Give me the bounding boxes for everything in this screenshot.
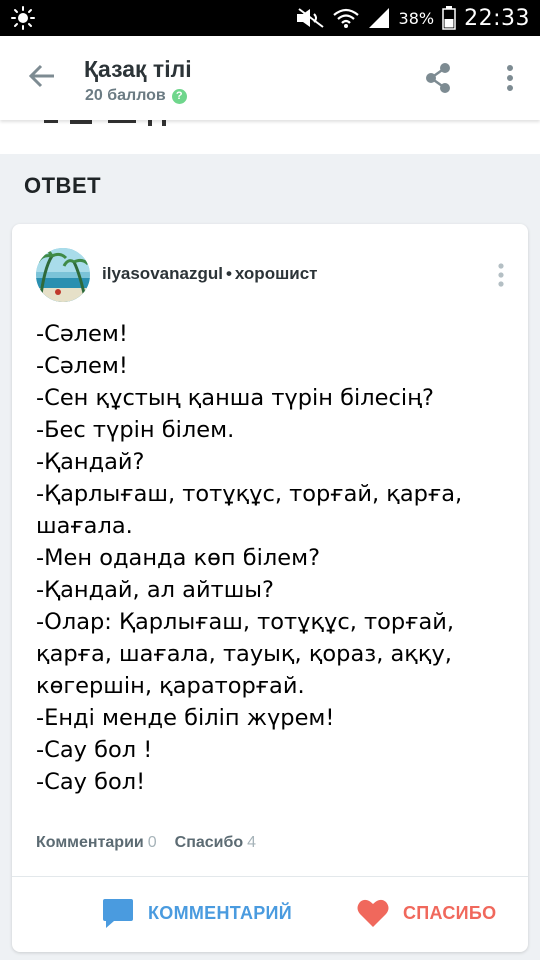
back-arrow-icon — [28, 64, 54, 88]
more-vertical-icon — [498, 263, 504, 287]
comments-stat[interactable]: Комментарии 0 — [36, 834, 157, 852]
points-text: 20 баллов — [85, 87, 166, 104]
battery-percent: 38% — [398, 8, 435, 28]
thanks-stat: Спасибо 4 — [175, 834, 256, 852]
share-icon — [426, 63, 450, 93]
author-separator: • — [225, 264, 232, 283]
comment-bubble-icon — [103, 899, 133, 928]
answer-line: -Қарлығаш, тотұқұс, торғай, қарға, — [36, 481, 463, 507]
answer-line: -Қандай, ал айтшы? — [36, 577, 274, 603]
avatar[interactable] — [36, 248, 90, 302]
back-button[interactable] — [24, 58, 60, 94]
answer-line: -Сен құстың қанша түрін білесің? — [36, 385, 434, 411]
mute-icon — [296, 8, 324, 28]
brightness-icon — [11, 6, 35, 30]
answer-heading: ОТВЕТ — [24, 173, 102, 198]
status-bar: 38% 22:33 — [0, 0, 540, 36]
app-header: Қазақ тілі 20 баллов ? — [0, 36, 540, 120]
answer-text: -Сәлем! -Сәлем! -Сен құстың қанша түрін … — [36, 318, 506, 798]
verified-check-icon: ? — [171, 88, 187, 104]
more-vertical-icon — [507, 65, 513, 91]
answer-line: -Қандай? — [36, 449, 145, 475]
answer-line: көгершін, қараторғай. — [36, 673, 305, 699]
share-button[interactable] — [420, 60, 456, 96]
thanks-button[interactable]: СПАСИБО — [357, 896, 496, 930]
wifi-icon — [332, 8, 359, 28]
comments-stat-label: Комментарии — [36, 834, 144, 851]
answer-line: -Сау бол ! — [36, 737, 153, 763]
answer-line: -Мен оданда көп білем? — [36, 545, 321, 571]
answer-line: шағала. — [36, 513, 133, 539]
answer-line: -Сау бол! — [36, 769, 146, 795]
heart-icon — [357, 899, 389, 927]
thanks-button-label: СПАСИБО — [403, 902, 497, 923]
more-options-button[interactable] — [494, 60, 526, 96]
answer-card: ilyasovanazgul • хорошист -Сәлем! -Сәлем! … — [12, 224, 528, 952]
comment-button-label: КОММЕНТАРИЙ — [148, 902, 293, 923]
clipped-text-fragment — [44, 120, 166, 126]
clock: 22:33 — [464, 5, 530, 31]
subject-title: Қазақ тілі — [84, 56, 192, 82]
answer-line: -Сәлем! — [36, 353, 128, 379]
answer-line: -Сәлем! — [36, 321, 128, 347]
answer-line: қарға, шағала, тауық, қораз, аққу, — [36, 641, 452, 667]
answer-line: -Олар: Қарлығаш, тотұқұс, торғай, — [36, 609, 455, 635]
divider — [12, 876, 528, 877]
avatar-image — [36, 248, 90, 302]
author-rank: хорошист — [234, 264, 318, 283]
battery-icon — [442, 6, 456, 30]
answer-line: -Енді менде біліп жүрем! — [36, 705, 335, 731]
signal-icon — [368, 8, 389, 28]
thanks-stat-label: Спасибо — [174, 834, 244, 851]
points-label: 20 баллов ? — [85, 87, 187, 105]
thanks-count: 4 — [247, 834, 257, 851]
author-line: ilyasovanazgul • хорошист — [102, 264, 317, 284]
comments-count: 0 — [147, 834, 157, 851]
comment-button[interactable]: КОММЕНТАРИЙ — [102, 896, 292, 930]
author-name[interactable]: ilyasovanazgul — [102, 264, 223, 283]
question-content-fragment — [0, 120, 540, 154]
answer-stats: Комментарии 0 Спасибо 4 — [36, 834, 256, 852]
answer-line: -Бес түрін білем. — [36, 417, 235, 443]
answer-more-button[interactable] — [490, 260, 512, 290]
